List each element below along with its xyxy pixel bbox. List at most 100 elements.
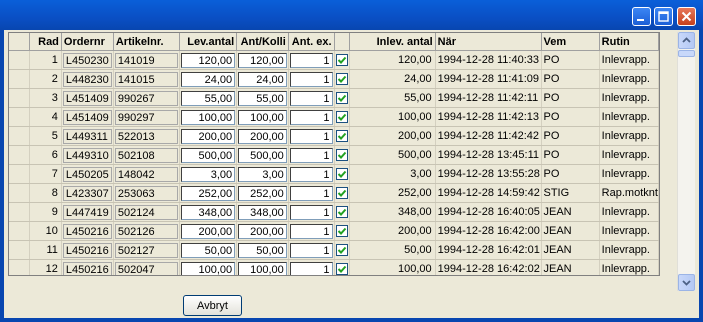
row-lev-antal-field[interactable]: 55,00 xyxy=(180,90,236,106)
scroll-up-icon[interactable] xyxy=(678,32,695,49)
table-row[interactable]: 6 L449310 502108 500,00 500,00 1 500,00 1994-12… xyxy=(9,145,659,165)
scroll-thumb[interactable] xyxy=(678,50,695,57)
row-ant-ex-field[interactable]: 1 xyxy=(289,185,333,201)
row-ant-kolli-cell: 500,00 xyxy=(236,145,289,165)
header-artikelnr[interactable]: Artikelnr. xyxy=(113,33,180,51)
checkmark-icon xyxy=(337,265,346,273)
row-artikelnr-cell: 990267 xyxy=(113,88,180,108)
row-checkbox[interactable] xyxy=(335,244,348,256)
row-ordernr: L450205 xyxy=(62,166,112,182)
row-check-cell xyxy=(334,50,350,70)
row-checkbox[interactable] xyxy=(335,130,348,142)
table-row[interactable]: 8 L423307 253063 252,00 252,00 1 252,00 1994-12… xyxy=(9,183,659,203)
row-ant-ex-field[interactable]: 1 xyxy=(289,128,333,144)
row-ant-ex-field[interactable]: 1 xyxy=(289,261,333,275)
row-ant-kolli-field[interactable]: 120,00 xyxy=(238,52,287,68)
close-icon[interactable] xyxy=(677,7,696,26)
header-rad[interactable]: Rad xyxy=(29,33,62,51)
table-row[interactable]: 9 L447419 502124 348,00 348,00 1 348,00 1994-12… xyxy=(9,202,659,222)
row-ant-ex-field[interactable]: 1 xyxy=(289,90,333,106)
row-rad: 9 xyxy=(29,202,62,222)
row-ant-ex-field[interactable]: 1 xyxy=(289,204,333,220)
table-row[interactable]: 3 L451409 990267 55,00 55,00 1 55,00 1994-12-28… xyxy=(9,88,659,108)
row-lev-antal-field[interactable]: 3,00 xyxy=(180,166,236,182)
row-artikelnr: 141019 xyxy=(114,52,178,68)
row-ant-kolli-field[interactable]: 50,00 xyxy=(238,242,287,258)
row-lev-antal-field[interactable]: 200,00 xyxy=(180,128,236,144)
table-row[interactable]: 4 L451409 990297 100,00 100,00 1 100,00 1994-12… xyxy=(9,107,659,127)
row-checkbox[interactable] xyxy=(335,263,348,275)
row-checkbox[interactable] xyxy=(335,149,348,161)
row-lev-antal-field[interactable]: 200,00 xyxy=(180,223,236,239)
row-ant-ex-field[interactable]: 1 xyxy=(289,242,333,258)
row-ant-kolli-field[interactable]: 24,00 xyxy=(238,71,287,87)
row-ant-ex-field[interactable]: 1 xyxy=(289,166,333,182)
row-checkbox[interactable] xyxy=(335,73,348,85)
row-ant-ex-field[interactable]: 1 xyxy=(289,109,333,125)
row-ordernr: L449311 xyxy=(62,128,112,144)
row-checkbox[interactable] xyxy=(335,92,348,104)
header-inlev-antal[interactable]: Inlev. antal xyxy=(349,33,436,51)
header-vem[interactable]: Vem xyxy=(541,33,600,51)
header-ant-kolli[interactable]: Ant/Kolli xyxy=(236,33,289,51)
table-row[interactable]: 2 L448230 141015 24,00 24,00 1 24,00 1994-12-28… xyxy=(9,69,659,89)
header-nar[interactable]: När xyxy=(435,33,542,51)
header-ant-ex[interactable]: Ant. ex. xyxy=(288,33,335,51)
row-artikelnr: 502124 xyxy=(114,204,178,220)
maximize-icon[interactable] xyxy=(654,7,673,26)
table-row[interactable]: 10 L450216 502126 200,00 200,00 1 200,00 1994-1… xyxy=(9,221,659,241)
header-rutin[interactable]: Rutin xyxy=(599,33,659,51)
row-ant-kolli-field[interactable]: 500,00 xyxy=(238,147,287,163)
cancel-button[interactable]: Avbryt xyxy=(183,295,242,316)
row-artikelnr: 502047 xyxy=(114,261,178,275)
row-check-cell xyxy=(334,107,350,127)
row-lev-antal-field[interactable]: 252,00 xyxy=(180,185,236,201)
table-row[interactable]: 1 L450230 141019 120,00 120,00 1 120,00 1994-12… xyxy=(9,50,659,70)
row-checkbox[interactable] xyxy=(335,206,348,218)
row-lev-antal-cell: 55,00 xyxy=(179,88,238,108)
row-rad: 8 xyxy=(29,183,62,203)
row-lev-antal-field[interactable]: 100,00 xyxy=(180,109,236,125)
row-ant-ex-cell: 1 xyxy=(288,126,335,146)
row-ant-ex-field[interactable]: 1 xyxy=(289,71,333,87)
row-checkbox[interactable] xyxy=(335,54,348,66)
row-checkbox[interactable] xyxy=(335,225,348,237)
row-ant-ex-cell: 1 xyxy=(288,202,335,222)
row-checkbox[interactable] xyxy=(335,111,348,123)
row-lev-antal-field[interactable]: 50,00 xyxy=(180,242,236,258)
row-lev-antal-field[interactable]: 120,00 xyxy=(180,52,236,68)
row-ant-kolli-field[interactable]: 55,00 xyxy=(238,90,287,106)
row-ant-kolli-field[interactable]: 100,00 xyxy=(238,261,287,275)
row-ant-kolli-cell: 100,00 xyxy=(236,259,289,275)
row-ant-kolli-field[interactable]: 200,00 xyxy=(238,223,287,239)
delivery-grid: Rad Ordernr Artikelnr. Lev.antal Ant/Kol… xyxy=(8,32,660,276)
table-row[interactable]: 5 L449311 522013 200,00 200,00 1 200,00 1994-12… xyxy=(9,126,659,146)
row-checkbox[interactable] xyxy=(335,168,348,180)
header-ordernr[interactable]: Ordernr xyxy=(61,33,114,51)
row-ant-ex-field[interactable]: 1 xyxy=(289,147,333,163)
table-row[interactable]: 7 L450205 148042 3,00 3,00 1 3,00 1994-12-28 13… xyxy=(9,164,659,184)
row-ant-ex-field[interactable]: 1 xyxy=(289,223,333,239)
table-row[interactable]: 12 L450216 502047 100,00 100,00 1 100,00 1994-1… xyxy=(9,259,659,275)
row-ant-kolli-field[interactable]: 100,00 xyxy=(238,109,287,125)
header-lev-antal[interactable]: Lev.antal xyxy=(179,33,238,51)
row-lev-antal-field[interactable]: 24,00 xyxy=(180,71,236,87)
minimize-icon[interactable] xyxy=(632,7,651,26)
row-ant-ex-field[interactable]: 1 xyxy=(289,52,333,68)
header-check[interactable] xyxy=(334,33,350,51)
title-bar[interactable] xyxy=(0,0,703,30)
row-lev-antal-field[interactable]: 100,00 xyxy=(180,261,236,275)
table-row[interactable]: 11 L450216 502127 50,00 50,00 1 50,00 1994-12-2… xyxy=(9,240,659,260)
vertical-scrollbar[interactable] xyxy=(677,32,695,291)
grid-table: Rad Ordernr Artikelnr. Lev.antal Ant/Kol… xyxy=(9,33,659,275)
row-ant-kolli-field[interactable]: 200,00 xyxy=(238,128,287,144)
row-ant-kolli-field[interactable]: 348,00 xyxy=(238,204,287,220)
row-ordernr-cell: L451409 xyxy=(61,88,114,108)
row-lev-antal-field[interactable]: 348,00 xyxy=(180,204,236,220)
row-ant-kolli-field[interactable]: 252,00 xyxy=(238,185,287,201)
row-ant-kolli-cell: 24,00 xyxy=(236,69,289,89)
row-lev-antal-field[interactable]: 500,00 xyxy=(180,147,236,163)
row-ant-kolli-field[interactable]: 3,00 xyxy=(238,166,287,182)
row-checkbox[interactable] xyxy=(335,187,348,199)
scroll-down-icon[interactable] xyxy=(678,274,695,291)
